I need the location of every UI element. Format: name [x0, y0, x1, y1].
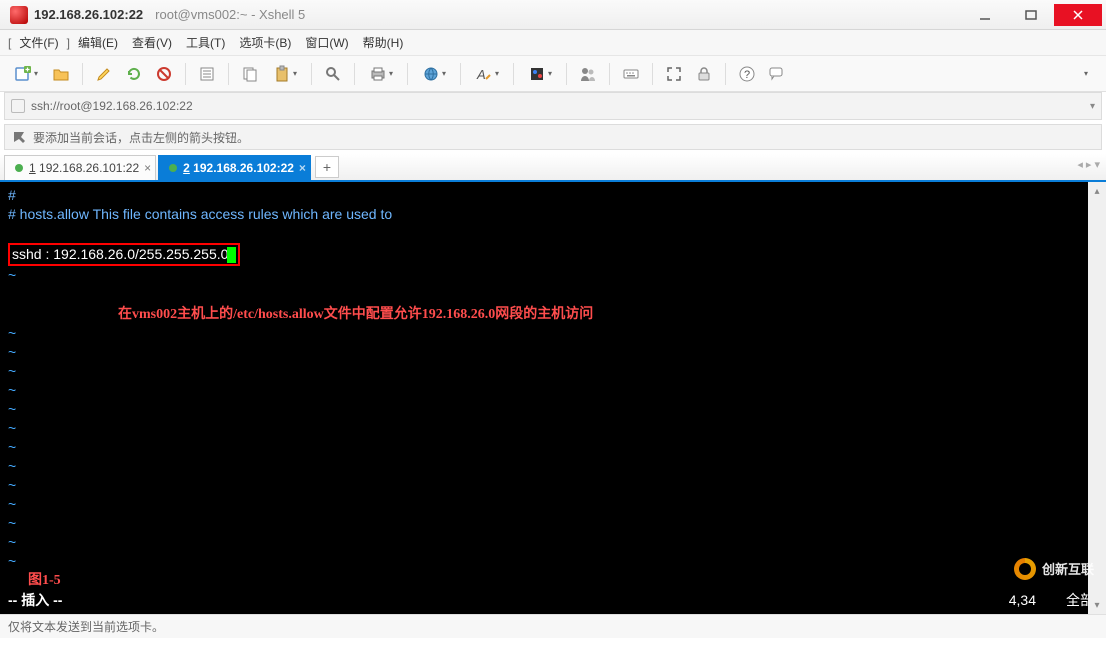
new-session-button[interactable]: ▾ — [8, 61, 44, 87]
tabstrip: 1 192.168.26.101:22 × 2 192.168.26.102:2… — [0, 154, 1106, 182]
watermark-text: 创新互联 — [1042, 560, 1094, 579]
status-text: 仅将文本发送到当前选项卡。 — [8, 618, 164, 635]
addressbar-dropdown[interactable]: ▾ — [1090, 101, 1095, 112]
tab-close-icon[interactable]: × — [144, 161, 151, 175]
addressbar[interactable]: ssh://root@192.168.26.102:22 ▾ — [4, 92, 1102, 120]
watermark-logo-icon — [1014, 558, 1036, 580]
title-host: 192.168.26.102:22 — [34, 7, 143, 22]
watermark: 创新互联 — [1014, 558, 1094, 580]
scroll-down-icon[interactable]: ▾ — [1088, 596, 1106, 614]
app-icon — [10, 6, 28, 24]
keyboard-button[interactable] — [618, 61, 644, 87]
minimize-button[interactable] — [962, 4, 1008, 26]
toolbar: ▾ ▾ ▾ ▾ A ▾ ▾ — [0, 56, 1106, 92]
svg-text:?: ? — [744, 69, 750, 81]
disconnect-button[interactable] — [151, 61, 177, 87]
color-scheme-button[interactable]: ▾ — [522, 61, 558, 87]
address-url: ssh://root@192.168.26.102:22 — [31, 99, 193, 113]
sshd-rule: sshd : 192.168.26.0/255.255.255.0 — [12, 246, 228, 262]
paste-button[interactable]: ▾ — [267, 61, 303, 87]
annotation-text: 在vms002主机上的/etc/hosts.allow文件中配置允许192.16… — [118, 305, 1098, 324]
status-dot-icon — [169, 164, 177, 172]
copy-button[interactable] — [237, 61, 263, 87]
print-button[interactable]: ▾ — [363, 61, 399, 87]
tab-nav[interactable]: ◂ ▸ ▾ — [1077, 158, 1100, 171]
tab-add-button[interactable]: + — [315, 156, 339, 178]
font-button[interactable]: A ▾ — [469, 61, 505, 87]
cursor — [227, 247, 236, 263]
menubar: [ 文件(F) ] 编辑(E) 查看(V) 工具(T) 选项卡(B) 窗口(W)… — [0, 30, 1106, 56]
scrollbar[interactable]: ▴ ▾ — [1088, 182, 1106, 614]
url-icon — [11, 99, 25, 113]
svg-text:A: A — [476, 67, 486, 82]
tab-session-2[interactable]: 2 192.168.26.102:22 × — [158, 155, 311, 180]
vim-position: 4,34 — [1009, 591, 1036, 610]
tab2-label: 192.168.26.102:22 — [193, 161, 294, 175]
tab-session-1[interactable]: 1 192.168.26.101:22 × — [4, 155, 156, 180]
help-button[interactable]: ? — [734, 61, 760, 87]
statusbar: 仅将文本发送到当前选项卡。 — [0, 614, 1106, 638]
properties-button[interactable] — [194, 61, 220, 87]
vim-mode: -- 插入 -- — [8, 591, 62, 610]
status-dot-icon — [15, 164, 23, 172]
open-button[interactable] — [48, 61, 74, 87]
tab2-num: 2 — [183, 161, 190, 175]
title-session: root@vms002:~ - Xshell 5 — [155, 7, 305, 22]
tilde: ~ — [8, 266, 1098, 285]
users-button[interactable] — [575, 61, 601, 87]
hint-arrow-icon[interactable] — [11, 129, 27, 145]
tab1-label: 192.168.26.101:22 — [39, 161, 139, 175]
highlight-button[interactable] — [91, 61, 117, 87]
menu-tab[interactable]: 选项卡(B) — [233, 32, 297, 53]
globe-button[interactable]: ▾ — [416, 61, 452, 87]
menu-edit[interactable]: 编辑(E) — [72, 32, 124, 53]
hint-text: 要添加当前会话，点击左侧的箭头按钮。 — [33, 129, 249, 146]
figure-label: 图1-5 — [28, 571, 61, 590]
highlighted-rule: sshd : 192.168.26.0/255.255.255.0 — [8, 243, 240, 266]
bracket-l: [ — [8, 36, 11, 50]
menu-tools[interactable]: 工具(T) — [180, 32, 231, 53]
close-button[interactable] — [1054, 4, 1102, 26]
forum-button[interactable] — [764, 61, 790, 87]
reconnect-button[interactable] — [121, 61, 147, 87]
term-line-1: # — [8, 186, 1098, 205]
menu-view[interactable]: 查看(V) — [126, 32, 178, 53]
fullscreen-button[interactable] — [661, 61, 687, 87]
term-line-2b: This file contains access rules which ar… — [89, 206, 392, 222]
maximize-button[interactable] — [1008, 4, 1054, 26]
tab1-num: 1 — [29, 161, 36, 175]
lock-button[interactable] — [691, 61, 717, 87]
hintbar: 要添加当前会话，点击左侧的箭头按钮。 — [4, 124, 1102, 150]
scroll-up-icon[interactable]: ▴ — [1088, 182, 1106, 200]
find-button[interactable] — [320, 61, 346, 87]
menu-window[interactable]: 窗口(W) — [299, 32, 354, 53]
tab-close-icon[interactable]: × — [299, 161, 306, 175]
terminal[interactable]: # # hosts.allow This file contains acces… — [0, 182, 1106, 614]
term-line-2a: # hosts.allow — [8, 206, 89, 222]
toolbar-overflow[interactable]: ▾ — [1072, 61, 1098, 87]
titlebar: 192.168.26.102:22 root@vms002:~ - Xshell… — [0, 0, 1106, 30]
bracket-r: ] — [67, 36, 70, 50]
menu-help[interactable]: 帮助(H) — [357, 32, 410, 53]
menu-file[interactable]: 文件(F) — [13, 32, 64, 53]
